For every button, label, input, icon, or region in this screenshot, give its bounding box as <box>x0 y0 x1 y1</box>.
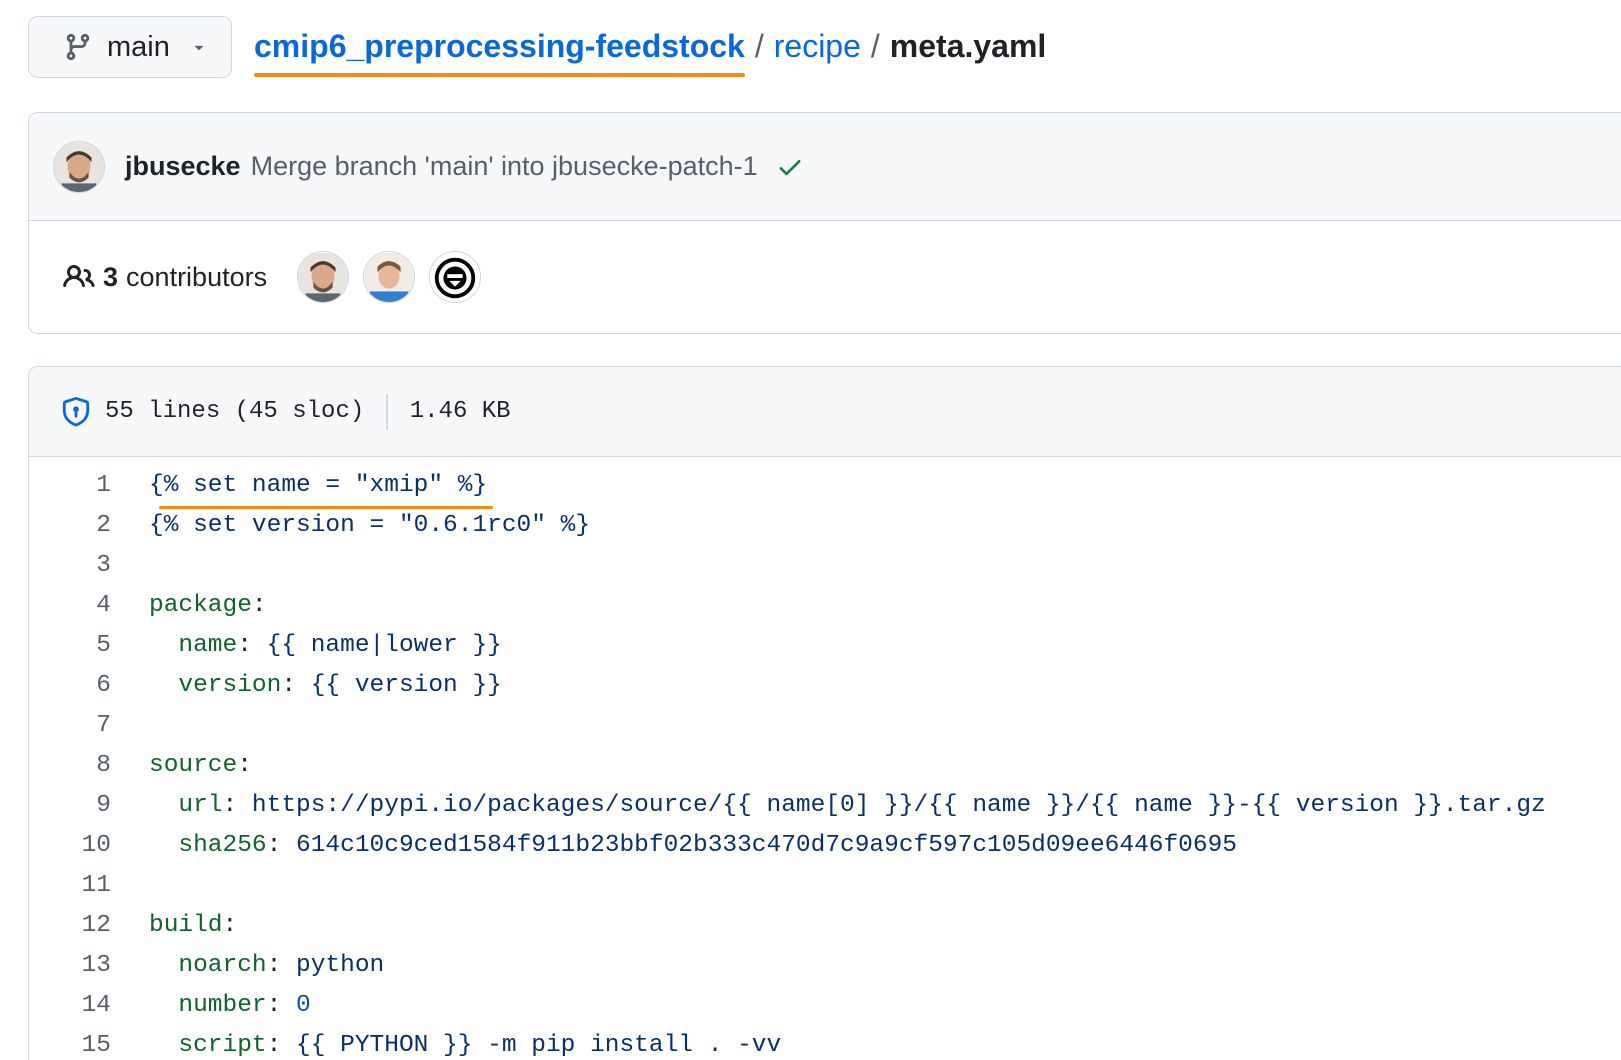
shield-icon[interactable] <box>61 396 91 427</box>
latest-commit-box: jbusecke Merge branch 'main' into jbusec… <box>28 112 1621 334</box>
line-content: number: 0 <box>178 991 311 1019</box>
line-number[interactable]: 2 <box>29 512 111 539</box>
line-number[interactable]: 4 <box>29 592 111 619</box>
line-number[interactable]: 14 <box>29 992 111 1019</box>
line-content: url: https://pypi.io/packages/source/{{ … <box>178 791 1546 819</box>
line-number[interactable]: 1 <box>29 472 111 499</box>
latest-commit-row: jbusecke Merge branch 'main' into jbusec… <box>29 113 1621 221</box>
code-line: 5 name: {{ name|lower }} <box>29 625 1621 665</box>
breadcrumb-file-name: meta.yaml <box>889 28 1047 64</box>
contributors-count: 3 <box>103 261 119 292</box>
code-line: 10 sha256: 614c10c9ced1584f911b23bbf02b3… <box>29 825 1621 865</box>
file-line-count: 55 lines (45 sloc) <box>105 398 365 425</box>
line-content: script: {{ PYTHON }} -m pip install . -v… <box>178 1031 782 1059</box>
contributor-avatar[interactable] <box>363 251 416 303</box>
code-line: 14 number: 0 <box>29 985 1621 1025</box>
line-number[interactable]: 13 <box>29 952 111 979</box>
code-line: 15 script: {{ PYTHON }} -m pip install .… <box>29 1025 1621 1060</box>
line-number[interactable]: 3 <box>29 552 111 579</box>
contributors-label[interactable]: contributors <box>126 262 267 293</box>
line-content: noarch: python <box>178 951 385 979</box>
file-viewer: 55 lines (45 sloc) 1.46 KB 1 {% set name… <box>28 366 1621 1060</box>
code-line: 2 {% set version = "0.6.1rc0" %} <box>29 505 1621 545</box>
breadcrumb: cmip6_preprocessing-feedstock / recipe /… <box>254 28 1047 77</box>
line-number[interactable]: 7 <box>29 712 111 739</box>
people-icon <box>63 261 95 293</box>
contributor-avatar[interactable] <box>429 251 482 303</box>
code-line: 6 version: {{ version }} <box>29 665 1621 705</box>
check-icon[interactable] <box>776 153 804 181</box>
breadcrumb-separator: / <box>754 28 764 64</box>
header-divider <box>386 393 388 430</box>
line-content: package: <box>149 591 267 619</box>
branch-selector-button[interactable]: main <box>28 16 232 78</box>
line-number[interactable]: 10 <box>29 832 111 859</box>
line-content: name: {{ name|lower }} <box>178 631 502 659</box>
triangle-down-icon <box>190 38 208 56</box>
line-number[interactable]: 9 <box>29 792 111 819</box>
line-content: version: {{ version }} <box>178 671 502 699</box>
commit-author-link[interactable]: jbusecke <box>125 151 241 182</box>
file-size: 1.46 KB <box>409 398 511 425</box>
code-line: 3 <box>29 545 1621 585</box>
line-number[interactable]: 6 <box>29 672 111 699</box>
code-listing: 1 {% set name = "xmip" %} 2 {% set versi… <box>29 457 1621 1060</box>
breadcrumb-repo-link[interactable]: cmip6_preprocessing-feedstock <box>254 28 745 77</box>
commit-message-link[interactable]: Merge branch 'main' into jbusecke-patch-… <box>251 151 758 182</box>
line-number[interactable]: 5 <box>29 632 111 659</box>
line-number[interactable]: 11 <box>29 872 111 899</box>
line-number[interactable]: 12 <box>29 912 111 939</box>
breadcrumb-folder-link[interactable]: recipe <box>774 28 861 65</box>
contributor-avatars <box>297 251 482 303</box>
code-line: 8 source: <box>29 745 1621 785</box>
line-content: {% set name = "xmip" %} <box>111 472 494 509</box>
line-content: sha256: 614c10c9ced1584f911b23bbf02b333c… <box>178 831 1237 859</box>
line-content: build: <box>149 911 238 939</box>
contributor-avatar[interactable] <box>297 251 350 303</box>
code-line: 9 url: https://pypi.io/packages/source/{… <box>29 785 1621 825</box>
code-line: 4 package: <box>29 585 1621 625</box>
git-branch-icon <box>63 32 93 62</box>
code-line: 11 <box>29 865 1621 905</box>
breadcrumb-separator: / <box>870 28 880 64</box>
contributors-row: 3 contributors <box>29 221 1621 333</box>
author-avatar[interactable] <box>53 140 105 193</box>
code-line: 1 {% set name = "xmip" %} <box>29 465 1621 509</box>
branch-name: main <box>107 30 170 63</box>
code-line: 7 <box>29 705 1621 745</box>
line-content: source: <box>149 751 252 779</box>
line-number[interactable]: 8 <box>29 752 111 779</box>
line-content: {% set version = "0.6.1rc0" %} <box>149 511 591 539</box>
code-line: 13 noarch: python <box>29 945 1621 985</box>
file-header: 55 lines (45 sloc) 1.46 KB <box>29 367 1621 457</box>
code-line: 12 build: <box>29 905 1621 945</box>
line-number[interactable]: 15 <box>29 1032 111 1059</box>
